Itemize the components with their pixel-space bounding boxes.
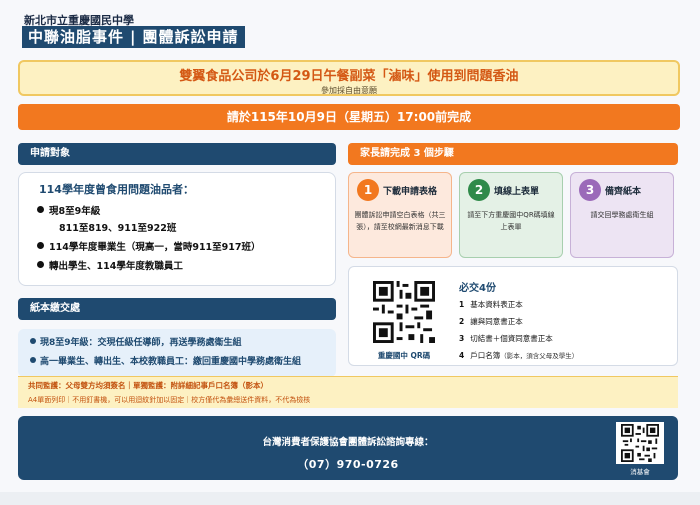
deadline-banner: 請於115年10月9日（星期五）17:00前完成 (18, 104, 680, 130)
headline-subtext: 參加採自由意願 (321, 86, 377, 95)
bullet-icon (30, 338, 36, 344)
qr-code-icon[interactable] (373, 281, 435, 343)
steps-row: 1 下載申請表格 團體訴訟申請空白表格（共三張），請至校網最新消息下載 2 填線… (348, 172, 678, 258)
eligibility-item: 114學年度畢業生（現高一，當時911至917班） (37, 239, 323, 253)
eligibility-classes: 811至819、911至922班 (59, 223, 177, 234)
step-desc: 請交回學務處衛生組 (590, 211, 654, 219)
list-item: 1 基本資料表正本 (459, 300, 523, 309)
bullet-icon (30, 357, 36, 363)
list-item: 2 讓與同意書正本 (459, 317, 523, 326)
steps-heading: 家長請完成 3 個步驟 (348, 143, 678, 165)
title-left: 中聯油脂事件 (28, 28, 125, 46)
step-number: 2 (468, 179, 490, 201)
step-desc: 團體訴訟申請空白表格（共三張），請至校網最新消息下載 (354, 211, 446, 231)
notes-box: 共同監護：父母雙方均須簽名｜單獨監護：附詳細記事戶口名簿（影本） A4單面列印｜… (18, 376, 678, 408)
eligibility-title: 114學年度曾食用問題油品者： (39, 183, 194, 196)
hotline-label: 台灣消費者保護協會團體訴訟諮詢專線： (262, 437, 434, 448)
paper-line: 現8至9年級：交現任級任導師，再送學務處衛生組 (30, 335, 324, 348)
eligibility-heading: 申請對象 (18, 143, 336, 165)
headline-text: 雙翼食品公司於6月29日午餐副菜「滷味」使用到問題香油 (179, 69, 519, 84)
note-line-2: A4單面列印｜不用釘書機，可以用迴紋針加以固定｜校方僅代為彙總送件資料，不代為檢… (28, 396, 311, 404)
bullet-icon (37, 242, 44, 249)
step-title: 填線上表單 (494, 187, 540, 197)
title-right: 團體訴訟申請 (142, 28, 239, 46)
step-number: 3 (579, 179, 601, 201)
title-separator: | (130, 28, 137, 46)
step-card-3: 3 備齊紙本 請交回學務處衛生組 (570, 172, 674, 258)
step-title: 下載申請表格 (383, 187, 438, 197)
page-title: 中聯油脂事件 | 團體訴訟申請 (22, 26, 245, 48)
header: 新北市立重慶國民中學 中聯油脂事件 | 團體訴訟申請 (0, 0, 700, 52)
paper-heading: 紙本繳交處 (18, 298, 336, 320)
list-item: 4 戶口名簿（影本，須含父母及學生） (459, 351, 579, 360)
headline-banner: 雙翼食品公司於6月29日午餐副菜「滷味」使用到問題香油 參加採自由意願 (18, 60, 680, 96)
eligibility-box: 114學年度曾食用問題油品者： 現8至9年級 811至819、911至922班 … (18, 172, 336, 286)
hotline-phone[interactable]: （07）970-0726 (18, 456, 678, 472)
eligibility-item: 現8至9年級 (37, 203, 323, 217)
footer: 台灣消費者保護協會團體訴訟諮詢專線： （07）970-0726 消基會 (18, 416, 678, 480)
footer-qr-label: 消基會 (630, 468, 650, 476)
page-bottom-strip (0, 492, 700, 505)
step-card-1: 1 下載申請表格 團體訴訟申請空白表格（共三張），請至校網最新消息下載 (348, 172, 452, 258)
step-number: 1 (357, 179, 379, 201)
footer-qr-code-icon[interactable] (616, 422, 664, 464)
step-card-2: 2 填線上表單 請至下方重慶國中QR碼填線上表單 (459, 172, 563, 258)
paper-box: 現8至9年級：交現任級任導師，再送學務處衛生組 高一畢業生、轉出生、本校教職員工… (18, 329, 336, 377)
eligibility-item: 轉出學生、114學年度教職員工 (37, 258, 323, 272)
paper-line: 高一畢業生、轉出生、本校教職員工：繳回重慶國中學務處衛生組 (30, 354, 324, 367)
submit-title: 必交4份 (459, 283, 496, 294)
bullet-icon (37, 261, 44, 268)
submit-list: 1 基本資料表正本 2 讓與同意書正本 3 切結書＋個資同意書正本 4 戶口名簿（影本，… (459, 299, 578, 367)
step-title: 備齊紙本 (605, 187, 642, 197)
step-desc: 請至下方重慶國中QR碼填線上表單 (467, 211, 555, 231)
qr-code-label: 重慶國中 QR碼 (377, 351, 431, 360)
submit-box: 重慶國中 QR碼 必交4份 1 基本資料表正本 2 讓與同意書正本 3 切結書＋個資同… (348, 266, 678, 366)
list-item: 3 切結書＋個資同意書正本 (459, 334, 553, 343)
note-line-1: 共同監護：父母雙方均須簽名｜單獨監護：附詳細記事戶口名簿（影本） (28, 381, 268, 390)
bullet-icon (37, 206, 44, 213)
